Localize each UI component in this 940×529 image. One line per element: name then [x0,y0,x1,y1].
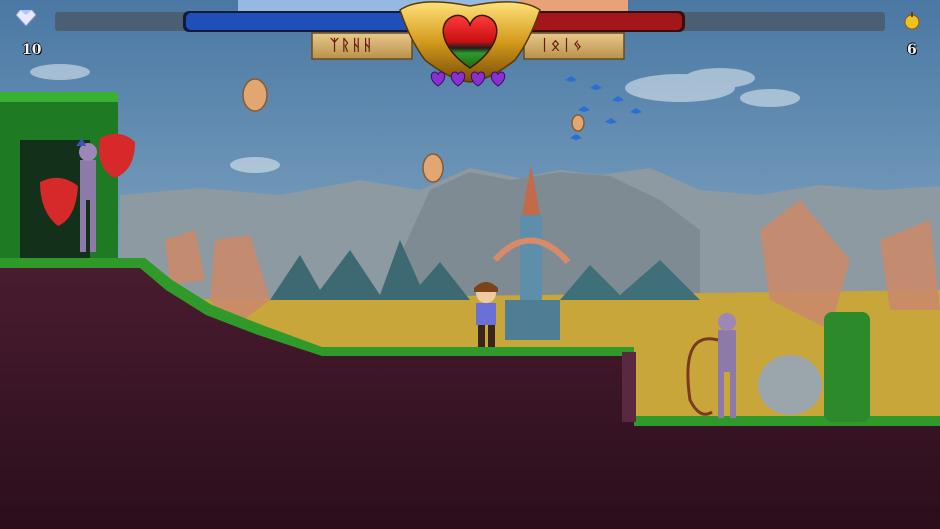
enemy-health-bar-fill [520,13,682,30]
apple-icon [903,10,921,34]
game-scene [0,0,940,529]
game-screen[interactable]: 10 6 ᛉᚱᚺᚺ ᛁᛟᛁᛃ [0,0,940,529]
player-health-bar-fill [186,13,420,30]
right-banner-text: ᛁᛟᛁᛃ [540,36,585,54]
boulder [758,355,822,415]
left-banner-text: ᛉᚱᚺᚺ [330,36,375,54]
dirt-step [622,352,636,422]
fruit-count: 6 [907,42,917,58]
grass-pillar [824,312,870,422]
gem-count: 10 [22,42,42,58]
grass-top [0,92,118,102]
grass-strip [634,416,940,426]
diamond-icon [15,9,37,30]
